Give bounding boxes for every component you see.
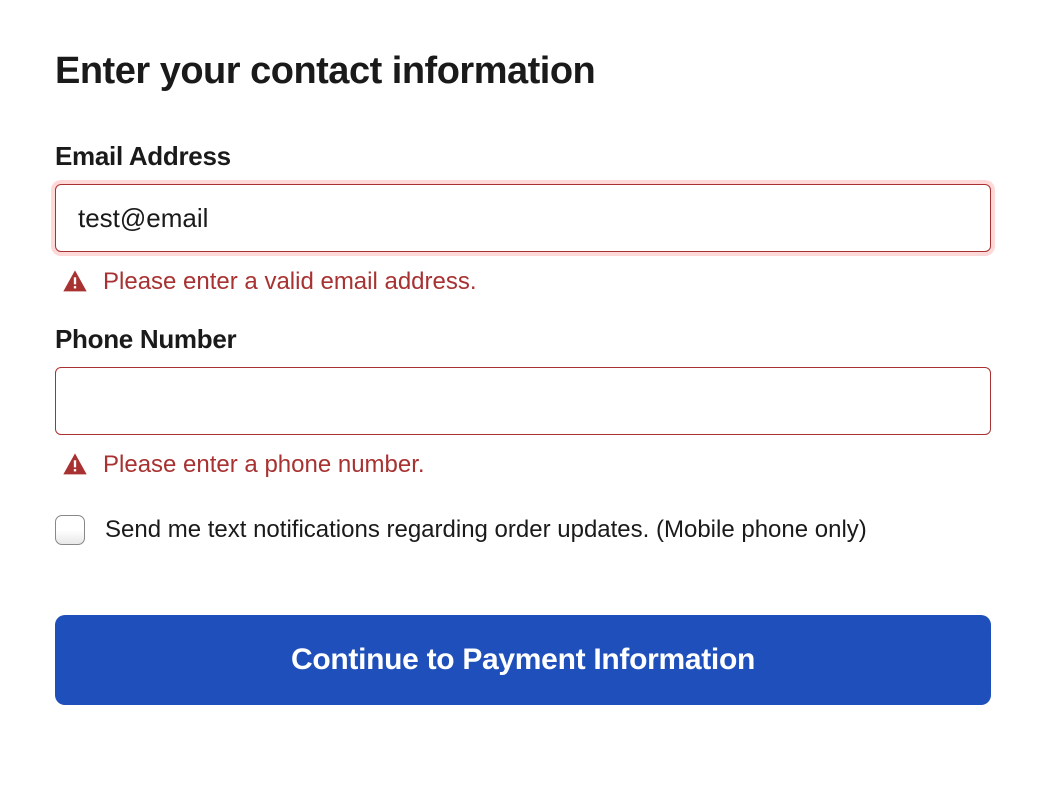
sms-optin-row: Send me text notifications regarding ord… xyxy=(55,515,991,545)
warning-icon xyxy=(61,451,89,479)
email-label: Email Address xyxy=(55,141,991,172)
sms-optin-checkbox[interactable] xyxy=(55,515,85,545)
page-title: Enter your contact information xyxy=(55,50,991,93)
phone-error-row: Please enter a phone number. xyxy=(61,451,991,479)
continue-button[interactable]: Continue to Payment Information xyxy=(55,615,991,705)
email-input[interactable] xyxy=(55,184,991,252)
phone-label: Phone Number xyxy=(55,324,991,355)
warning-icon xyxy=(61,268,89,296)
phone-error-text: Please enter a phone number. xyxy=(103,451,425,479)
email-error-row: Please enter a valid email address. xyxy=(61,268,991,296)
sms-optin-label: Send me text notifications regarding ord… xyxy=(105,516,867,544)
phone-input[interactable] xyxy=(55,367,991,435)
email-error-text: Please enter a valid email address. xyxy=(103,268,477,296)
email-field-group: Email Address Please enter a valid email… xyxy=(55,141,991,296)
phone-field-group: Phone Number Please enter a phone number… xyxy=(55,324,991,479)
